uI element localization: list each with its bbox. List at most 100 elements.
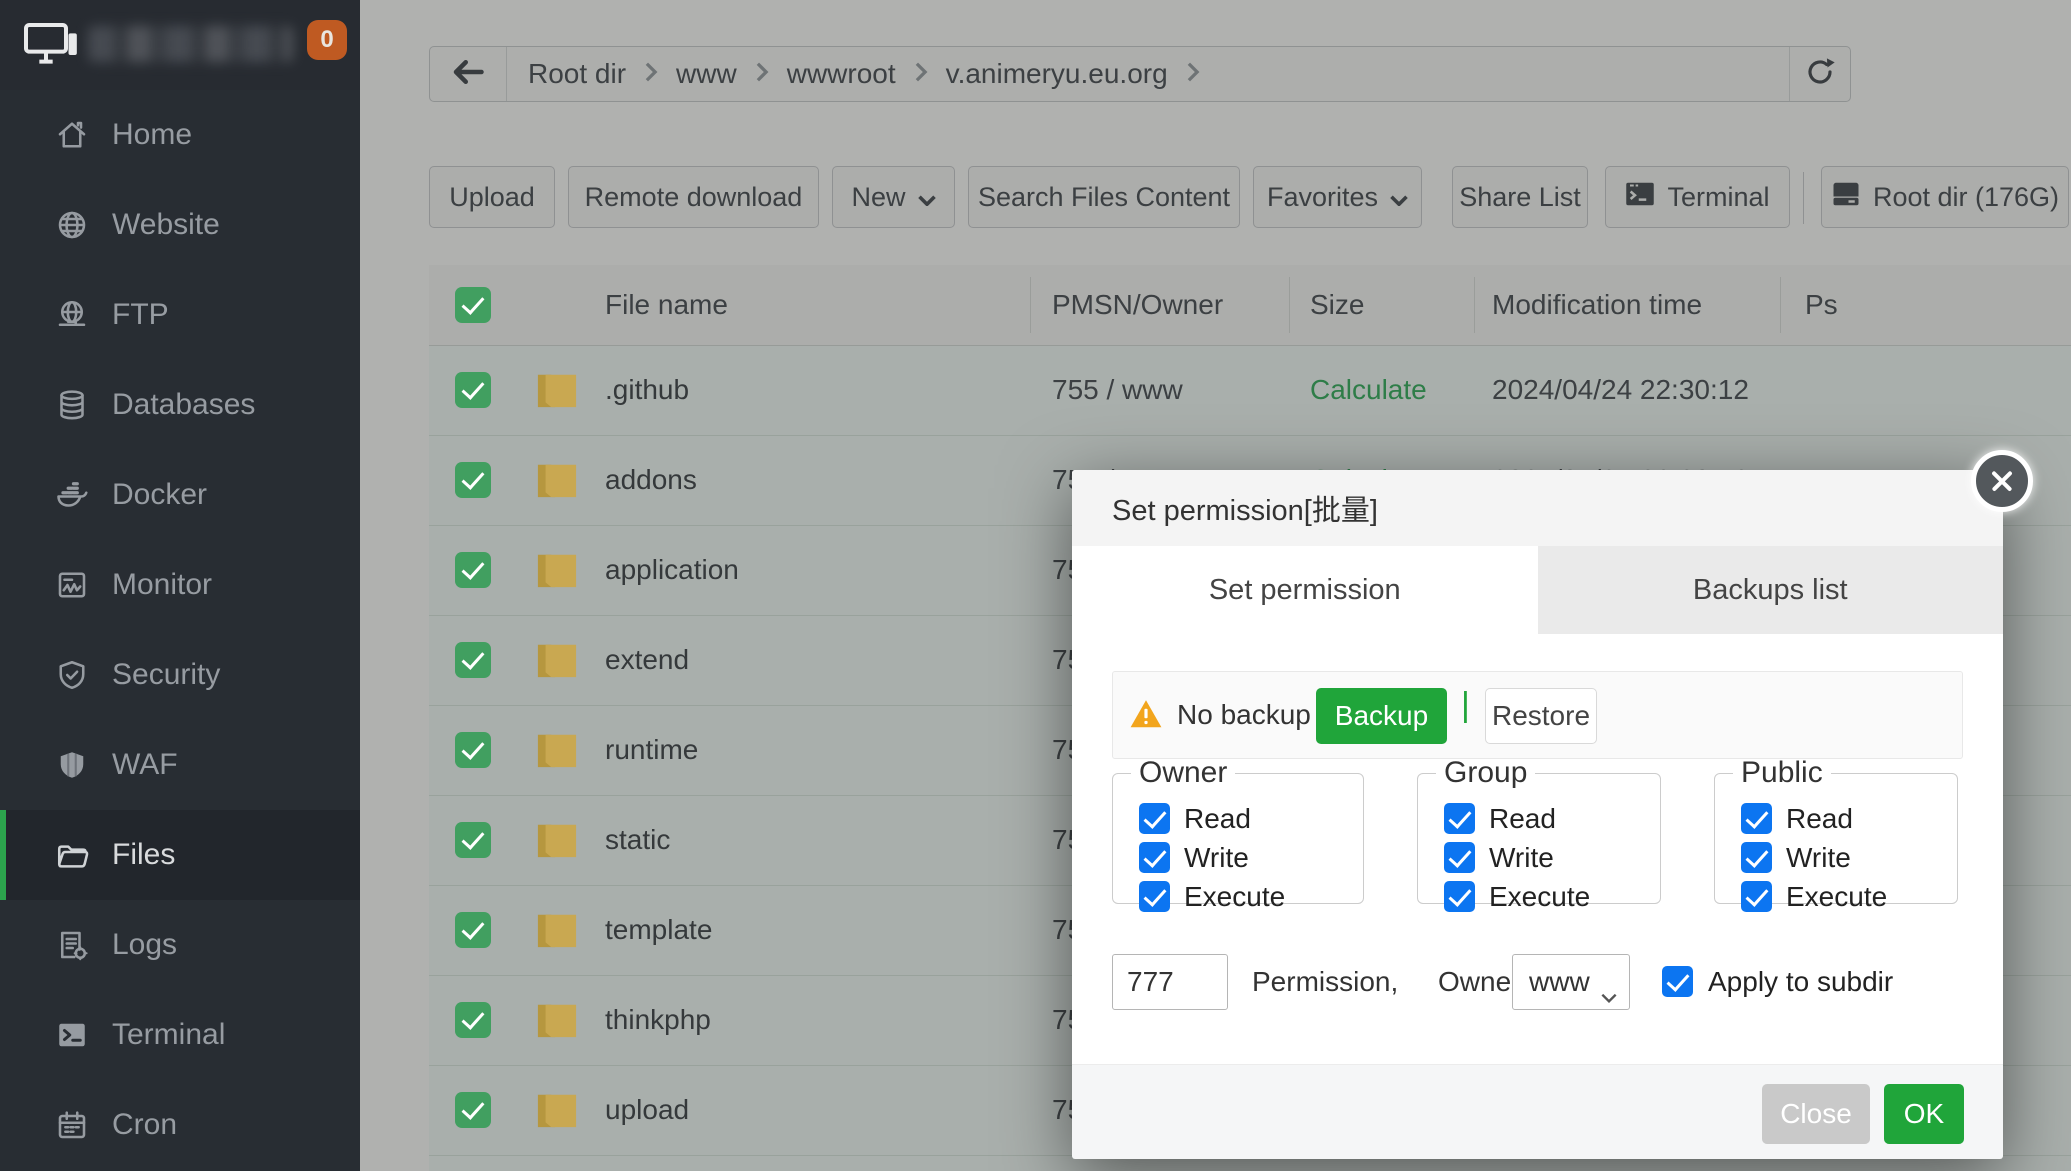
folder-icon[interactable] xyxy=(534,615,580,705)
checkbox-checked-icon[interactable] xyxy=(1444,881,1475,912)
search-files-content-button[interactable]: Search Files Content xyxy=(968,166,1240,228)
row-checkbox[interactable] xyxy=(455,345,491,435)
public-write-option[interactable]: Write xyxy=(1741,842,1945,874)
sidebar-item-label: WAF xyxy=(112,748,178,782)
file-name[interactable]: extend xyxy=(605,615,689,705)
breadcrumb-site[interactable]: v.animeryu.eu.org xyxy=(946,58,1168,90)
folder-icon[interactable] xyxy=(534,705,580,795)
row-checkbox[interactable] xyxy=(455,885,491,975)
public-read-option[interactable]: Read xyxy=(1741,803,1945,835)
apply-to-subdir-checkbox[interactable] xyxy=(1662,966,1693,997)
owner-select[interactable]: www xyxy=(1512,954,1630,1010)
folder-icon[interactable] xyxy=(534,975,580,1065)
row-checkbox[interactable] xyxy=(455,1155,491,1171)
column-file-name[interactable]: File name xyxy=(605,265,728,345)
permission-value-input[interactable] xyxy=(1112,954,1228,1010)
public-execute-option[interactable]: Execute xyxy=(1741,881,1945,913)
checkbox-checked-icon[interactable] xyxy=(1139,842,1170,873)
column-modification-time[interactable]: Modification time xyxy=(1492,265,1702,345)
remote-download-button[interactable]: Remote download xyxy=(568,166,819,228)
close-button[interactable]: Close xyxy=(1762,1084,1870,1144)
checkbox-checked-icon xyxy=(455,822,491,858)
folder-icon[interactable] xyxy=(534,1065,580,1155)
sidebar-item-waf[interactable]: WAF xyxy=(0,720,360,810)
terminal-button[interactable]: Terminal xyxy=(1605,166,1790,228)
row-checkbox[interactable] xyxy=(455,435,491,525)
sidebar-item-cron[interactable]: Cron xyxy=(0,1080,360,1170)
sidebar-item-docker[interactable]: Docker xyxy=(0,450,360,540)
owner-write-option[interactable]: Write xyxy=(1139,842,1351,874)
group-read-option[interactable]: Read xyxy=(1444,803,1648,835)
row-checkbox[interactable] xyxy=(455,795,491,885)
upload-button[interactable]: Upload xyxy=(429,166,555,228)
file-name[interactable]: thinkphp xyxy=(605,975,711,1065)
owner-execute-option[interactable]: Execute xyxy=(1139,881,1351,913)
group-execute-option[interactable]: Execute xyxy=(1444,881,1648,913)
tab-set-permission[interactable]: Set permission xyxy=(1072,546,1538,634)
restore-button[interactable]: Restore xyxy=(1485,688,1597,744)
refresh-button[interactable] xyxy=(1789,47,1850,101)
notification-badge[interactable]: 0 xyxy=(307,20,347,60)
sidebar-item-label: Security xyxy=(112,658,220,692)
owner-read-option[interactable]: Read xyxy=(1139,803,1351,835)
share-list-button[interactable]: Share List xyxy=(1452,166,1588,228)
sidebar-item-home[interactable]: Home xyxy=(0,90,360,180)
folder-icon[interactable] xyxy=(534,795,580,885)
checkbox-checked-icon[interactable] xyxy=(1139,881,1170,912)
checkbox-checked-icon[interactable] xyxy=(1444,803,1475,834)
folder-icon[interactable] xyxy=(534,435,580,525)
folder-icon[interactable] xyxy=(534,885,580,975)
file-name[interactable]: application xyxy=(605,525,739,615)
row-checkbox[interactable] xyxy=(455,615,491,705)
row-checkbox[interactable] xyxy=(455,525,491,615)
folder-icon[interactable] xyxy=(534,525,580,615)
sidebar-item-terminal[interactable]: Terminal xyxy=(0,990,360,1080)
file-name[interactable]: runtime xyxy=(605,705,698,795)
file-name[interactable]: addons xyxy=(605,435,697,525)
file-name[interactable]: template xyxy=(605,885,712,975)
breadcrumb-root[interactable]: Root dir xyxy=(528,58,626,90)
folder-icon[interactable] xyxy=(534,1155,580,1171)
calculate-link[interactable]: Calculate xyxy=(1310,345,1427,435)
column-divider xyxy=(1474,277,1475,333)
sidebar-item-logs[interactable]: Logs xyxy=(0,900,360,990)
sidebar-item-databases[interactable]: Databases xyxy=(0,360,360,450)
ok-button[interactable]: OK xyxy=(1884,1084,1964,1144)
checkbox-checked-icon[interactable] xyxy=(1741,881,1772,912)
sidebar-item-monitor[interactable]: Monitor xyxy=(0,540,360,630)
back-button[interactable] xyxy=(430,47,507,101)
folder-icon[interactable] xyxy=(534,345,580,435)
close-icon[interactable] xyxy=(1971,450,2033,512)
row-checkbox[interactable] xyxy=(455,1065,491,1155)
breadcrumb-wwwroot[interactable]: wwwroot xyxy=(787,58,896,90)
breadcrumb-www[interactable]: www xyxy=(676,58,737,90)
table-row[interactable]: .github 755 / www Calculate 2024/04/24 2… xyxy=(429,345,2071,436)
sidebar-item-security[interactable]: Security xyxy=(0,630,360,720)
row-checkbox[interactable] xyxy=(455,975,491,1065)
file-name[interactable]: static xyxy=(605,795,670,885)
sidebar-item-website[interactable]: Website xyxy=(0,180,360,270)
checkbox-checked-icon[interactable] xyxy=(1139,803,1170,834)
new-button[interactable]: New xyxy=(832,166,955,228)
sidebar-item-ftp[interactable]: FTP xyxy=(0,270,360,360)
file-name[interactable]: upload xyxy=(605,1065,689,1155)
sidebar-item-files[interactable]: Files xyxy=(0,810,360,900)
column-size[interactable]: Size xyxy=(1310,265,1364,345)
favorites-button[interactable]: Favorites xyxy=(1253,166,1422,228)
chevron-down-icon xyxy=(918,182,936,213)
sidebar-item-label: Databases xyxy=(112,388,255,422)
row-checkbox[interactable] xyxy=(455,705,491,795)
file-name[interactable]: .github xyxy=(605,345,689,435)
tab-backups-list[interactable]: Backups list xyxy=(1538,546,2004,634)
checkbox-checked-icon[interactable] xyxy=(1741,803,1772,834)
group-write-option[interactable]: Write xyxy=(1444,842,1648,874)
dialog-tabs: Set permission Backups list xyxy=(1072,546,2003,634)
checkbox-checked-icon[interactable] xyxy=(1741,842,1772,873)
column-pmsn-owner[interactable]: PMSN/Owner xyxy=(1052,265,1223,345)
checkbox-checked-icon xyxy=(455,1092,491,1128)
backup-button[interactable]: Backup xyxy=(1316,688,1447,744)
column-ps[interactable]: Ps xyxy=(1805,265,1838,345)
checkbox-checked-icon[interactable] xyxy=(1444,842,1475,873)
root-dir-disk-button[interactable]: Root dir (176G) xyxy=(1821,166,2069,228)
select-all-checkbox[interactable] xyxy=(455,265,491,345)
